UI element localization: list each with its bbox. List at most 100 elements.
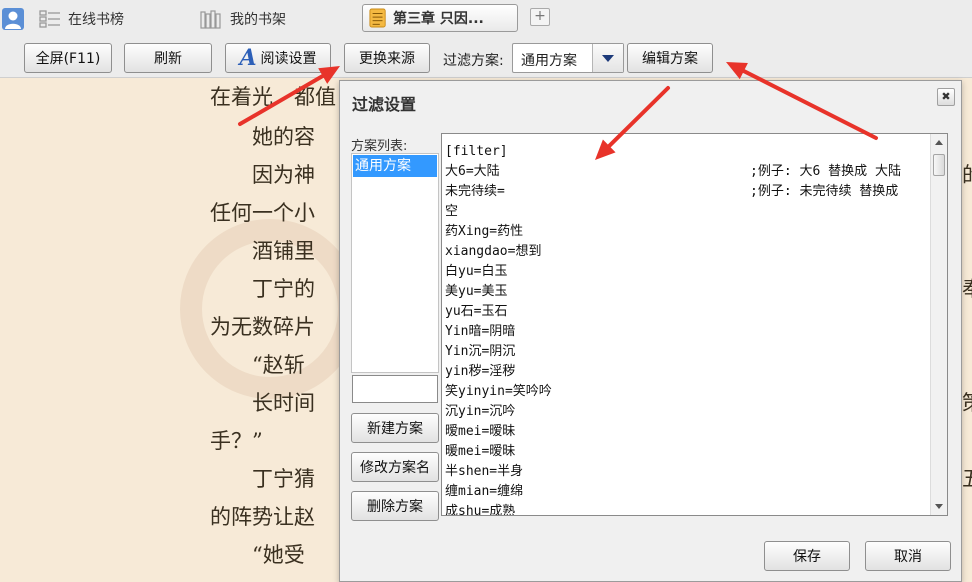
rule-line: 美yu=美玉 <box>445 282 920 302</box>
rule-line: 半shen=半身 <box>445 462 920 482</box>
read-settings-button[interactable]: A 阅读设置 <box>225 43 331 73</box>
scroll-up-icon[interactable] <box>932 136 946 150</box>
edit-scheme-button[interactable]: 编辑方案 <box>627 43 713 73</box>
rule-line: 暖mei=暧昧 <box>445 442 920 462</box>
fullscreen-button[interactable]: 全屏(F11) <box>24 43 112 73</box>
text-line: 任何一个小 <box>210 201 315 225</box>
rule-line: 笑yinyin=笑吟吟 <box>445 382 920 402</box>
dialog-title: 过滤设置 <box>352 95 417 114</box>
rule-line: 白yu=白玉 <box>445 262 920 282</box>
rule-text: Yin沉=阴沉 <box>445 344 516 359</box>
filter-scheme-label: 过滤方案: <box>443 53 504 69</box>
close-icon[interactable]: ✖ <box>937 88 955 106</box>
tab-bookshelf[interactable]: 我的书架 <box>200 4 286 34</box>
scheme-name-input[interactable] <box>352 375 438 403</box>
editor-scrollbar[interactable] <box>930 134 947 515</box>
cancel-button[interactable]: 取消 <box>865 541 951 571</box>
text-line: “她受 <box>210 543 305 567</box>
tab-bar: 在线书榜 我的书架 第三章 只因... + <box>0 0 972 38</box>
scroll-down-icon[interactable] <box>932 499 946 513</box>
tab-online-books[interactable]: 在线书榜 <box>36 4 124 34</box>
text-line: “ ... <box>210 575 289 582</box>
rule-comment: ;例子: 大6 替换成 大陆 <box>750 164 901 179</box>
rule-line: [filter] <box>445 142 920 162</box>
filter-rules-editor[interactable]: [filter] 大6=大陆 ;例子: 大6 替换成 大陆未完待续= ;例子: 未完待… <box>441 133 948 516</box>
rule-text: 药Xing=药性 <box>445 224 524 239</box>
rule-text: 半shen=半身 <box>445 464 524 479</box>
text-line: 因为神 <box>210 163 315 187</box>
filter-rules-text[interactable]: [filter] 大6=大陆 ;例子: 大6 替换成 大陆未完待续= ;例子: 未完待… <box>445 142 920 516</box>
text-line: 为无数碎片 <box>210 315 315 339</box>
rule-text: [filter] <box>445 144 508 159</box>
text-line: 她的容 <box>210 125 315 149</box>
add-tab-button[interactable]: + <box>530 8 550 26</box>
rule-text: 沉yin=沉吟 <box>445 404 516 419</box>
chevron-down-icon[interactable] <box>592 44 623 72</box>
rule-line: 缠mian=缠绵 <box>445 482 920 502</box>
rule-line: 未完待续= ;例子: 未完待续 替换成 <box>445 182 920 202</box>
text-line: 在着光 都值 <box>210 85 336 109</box>
document-icon <box>369 8 386 28</box>
toolbar: 全屏(F11) 刷新 A 阅读设置 更换来源 过滤方案: 通用方案 编辑方案 <box>0 38 972 78</box>
rule-text: 暖mei=暧昧 <box>445 444 516 459</box>
rule-line: yu石=玉石 <box>445 302 920 322</box>
rule-line: yin秽=淫秽 <box>445 362 920 382</box>
rule-line: Yin沉=阴沉 <box>445 342 920 362</box>
rule-line: xiangdao=想到 <box>445 242 920 262</box>
tab-label: 我的书架 <box>230 12 286 28</box>
scroll-thumb[interactable] <box>933 154 945 176</box>
save-button[interactable]: 保存 <box>764 541 850 571</box>
rule-text: 成shu=成熟 <box>445 504 516 516</box>
text-line: 丁宁的 <box>210 277 315 301</box>
scheme-list-label: 方案列表: <box>351 139 408 154</box>
font-a-icon: A <box>239 45 257 71</box>
filter-scheme-select[interactable]: 通用方案 <box>512 43 624 73</box>
change-source-button[interactable]: 更换来源 <box>344 43 430 73</box>
rule-text: 美yu=美玉 <box>445 284 508 299</box>
text-line: 长时间 <box>210 391 315 415</box>
text-line: 酒铺里 <box>210 239 315 263</box>
rule-line: 暧mei=暧昧 <box>445 422 920 442</box>
filter-scheme-value: 通用方案 <box>521 53 577 69</box>
text-line: 的阵势让赵 <box>210 505 315 529</box>
read-settings-label: 阅读设置 <box>260 51 317 67</box>
tab-label: 在线书榜 <box>68 12 124 28</box>
rule-line: 成shu=成熟 <box>445 502 920 516</box>
refresh-button[interactable]: 刷新 <box>124 43 212 73</box>
text-line: 手？” <box>210 429 263 453</box>
new-scheme-button[interactable]: 新建方案 <box>351 413 439 443</box>
rename-scheme-button[interactable]: 修改方案名 <box>351 452 439 482</box>
text-fragment: 的 <box>962 159 972 189</box>
tab-label: 第三章 只因... <box>393 11 484 27</box>
scheme-list-item[interactable]: 通用方案 <box>353 155 437 177</box>
text-line: 丁宁猜 <box>210 467 315 491</box>
rule-text: 缠mian=缠绵 <box>445 484 524 499</box>
rule-text: yin秽=淫秽 <box>445 364 516 379</box>
rule-text: 白yu=白玉 <box>445 264 508 279</box>
user-avatar-icon <box>2 8 24 30</box>
rule-line: 沉yin=沉吟 <box>445 402 920 422</box>
rule-text: 暧mei=暧昧 <box>445 424 516 439</box>
scheme-list[interactable]: 通用方案 <box>351 153 439 373</box>
rule-text: Yin暗=阴暗 <box>445 324 516 339</box>
rule-text: 大6=大陆 <box>445 164 500 179</box>
rule-line: 大6=大陆 ;例子: 大6 替换成 大陆 <box>445 162 920 182</box>
text-fragment: 策 <box>962 387 972 417</box>
text-line: “赵斩 <box>210 353 305 377</box>
rule-text: 未完待续= <box>445 184 505 199</box>
rule-line: 药Xing=药性 <box>445 222 920 242</box>
rule-text: xiangdao=想到 <box>445 244 542 259</box>
tab-online-ranking[interactable] <box>2 4 30 34</box>
text-fragment: 奉 <box>962 273 972 303</box>
rule-comment: ;例子: 未完待续 替换成 <box>750 184 899 199</box>
delete-scheme-button[interactable]: 删除方案 <box>351 491 439 521</box>
bookshelf-icon <box>200 10 221 29</box>
filter-settings-dialog: 过滤设置 ✖ 方案列表: 通用方案 新建方案 修改方案名 删除方案 [filte… <box>339 80 962 582</box>
rule-text: 空 <box>445 204 459 219</box>
rule-line: Yin暗=阴暗 <box>445 322 920 342</box>
tab-current-chapter[interactable]: 第三章 只因... <box>362 4 518 32</box>
text-fragment: 五 <box>962 463 972 493</box>
rule-text: 笑yinyin=笑吟吟 <box>445 384 552 399</box>
list-icon <box>39 10 60 28</box>
rule-text: yu石=玉石 <box>445 304 508 319</box>
